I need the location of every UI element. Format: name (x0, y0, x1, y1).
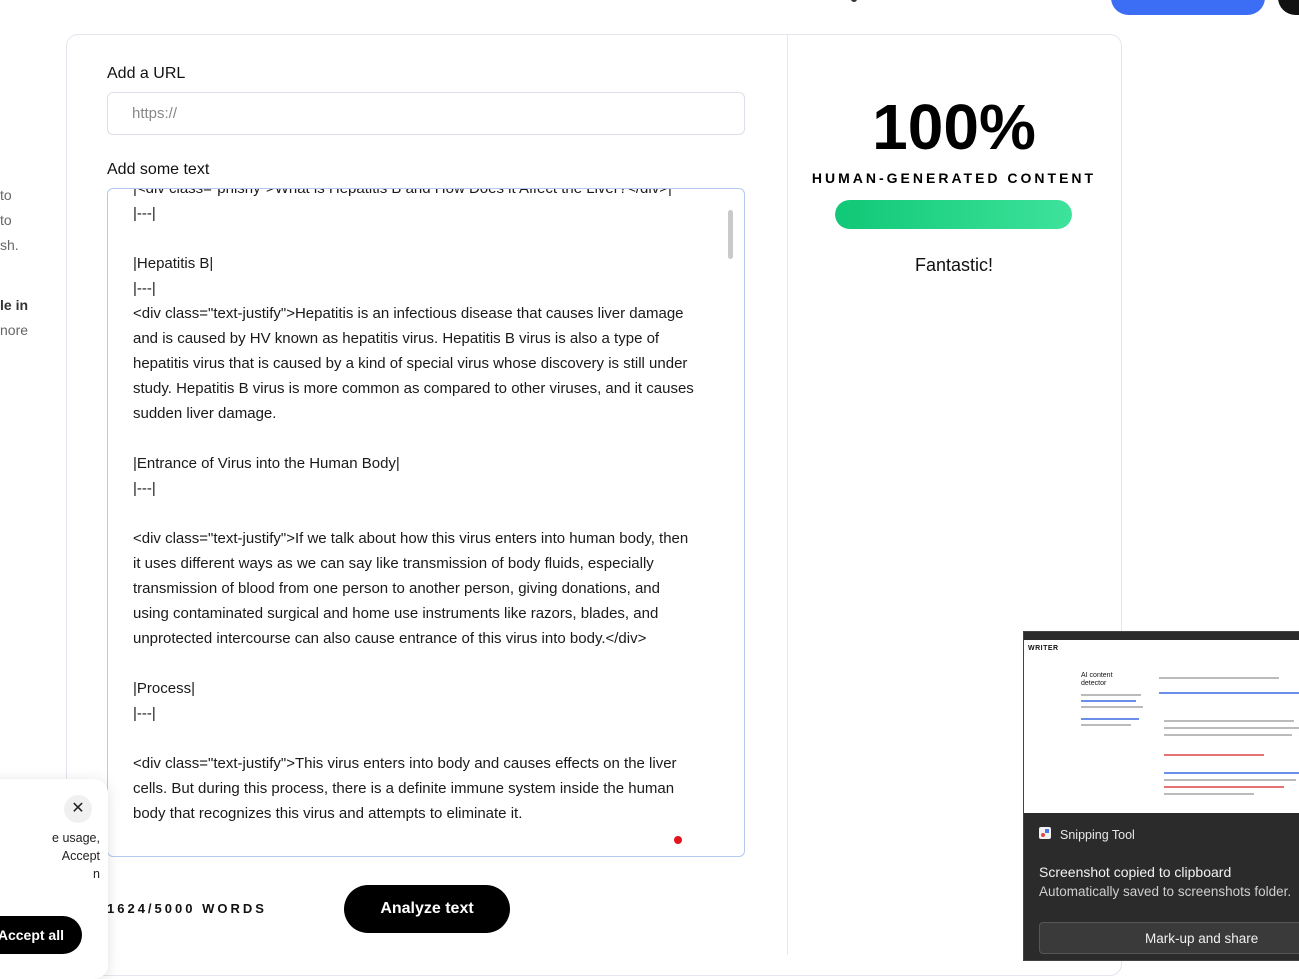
close-icon[interactable]: ✕ (64, 795, 92, 823)
accept-all-button[interactable]: Accept all (0, 916, 82, 954)
sidebar-text-fragment: to (0, 212, 12, 228)
thumb-line (1164, 754, 1264, 756)
thumb-line (1081, 724, 1131, 726)
thumb-line (1081, 718, 1139, 720)
thumb-line (1081, 706, 1143, 708)
thumb-line (1159, 677, 1279, 679)
thumb-line (1081, 700, 1136, 702)
sidebar-text-fragment: sh. (0, 237, 19, 253)
text-input-area[interactable]: |<div class="phlshy">What is Hepatitis B… (107, 188, 745, 857)
text-label: Add some text (107, 161, 210, 178)
thumb-logo: WRITER (1028, 645, 1059, 652)
thumb-line (1164, 720, 1294, 722)
url-label: Add a URL (107, 65, 186, 82)
recording-dot-icon (674, 836, 682, 844)
thumb-tabbar (1024, 632, 1299, 640)
notification-subtitle: Automatically saved to screenshots folde… (1039, 884, 1292, 899)
header-nav-dot (851, 0, 857, 2)
sidebar-text-fragment: le in (0, 297, 29, 313)
screenshot-thumbnail[interactable]: WRITER AI content detector (1024, 632, 1299, 813)
thumb-line (1164, 772, 1299, 774)
snipping-tool-icon (1039, 827, 1051, 839)
notification-title: Screenshot copied to clipboard (1039, 864, 1232, 880)
thumb-line (1081, 694, 1141, 696)
markup-share-button[interactable]: Mark-up and share (1039, 922, 1299, 954)
snipping-tool-notification: WRITER AI content detector Snipping Tool… (1023, 631, 1299, 961)
analyze-text-button[interactable]: Analyze text (344, 885, 510, 933)
sidebar-text-fragment: nore (0, 322, 29, 338)
thumb-line (1164, 734, 1292, 736)
cookie-banner: ✕ e usage, Accept n Accept all (0, 779, 108, 979)
notification-app-name: Snipping Tool (1060, 828, 1135, 842)
header-cta-button[interactable] (1111, 0, 1265, 15)
thumb-line (1164, 786, 1284, 788)
thumb-line (1159, 692, 1299, 694)
text-input-content[interactable]: |<div class="phlshy">What is Hepatitis B… (133, 189, 698, 826)
human-score: 100% (872, 91, 1036, 163)
cookie-text: e usage, Accept n (52, 831, 100, 881)
thumb-line (1164, 727, 1299, 729)
score-label: HUMAN-GENERATED CONTENT (811, 170, 1097, 186)
score-progress-fill (835, 200, 1072, 229)
thumb-line (1164, 793, 1254, 795)
url-input[interactable] (107, 92, 745, 135)
thumb-line (1164, 779, 1296, 781)
sidebar-text-fragment: to (0, 187, 12, 203)
word-count: 1624/5000 WORDS (107, 901, 267, 916)
thumb-title: AI content detector (1081, 672, 1113, 687)
header-dark-button[interactable] (1278, 0, 1299, 15)
score-progress-bar (835, 200, 1072, 229)
score-verdict: Fantastic! (914, 255, 994, 275)
text-scrollbar[interactable] (728, 210, 733, 259)
